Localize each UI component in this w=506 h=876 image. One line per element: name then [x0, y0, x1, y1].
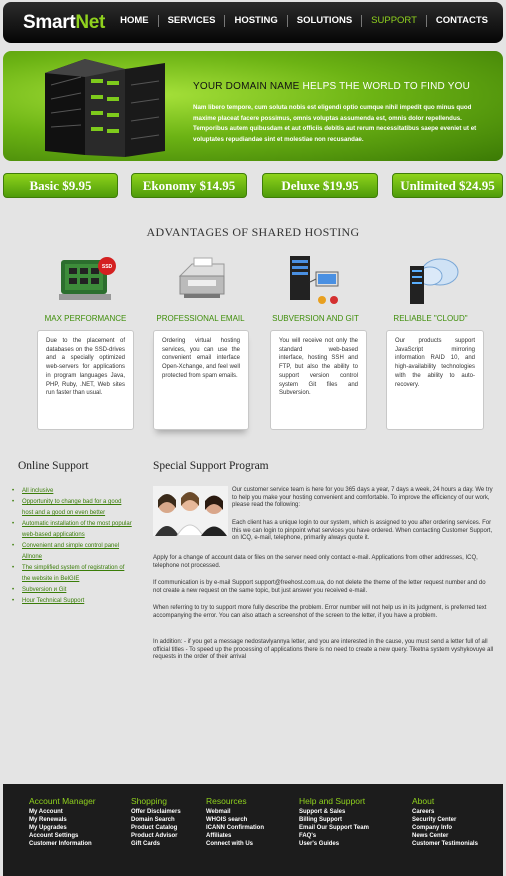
nav-contacts[interactable]: CONTACTS: [425, 15, 497, 27]
support-team-photo: [153, 486, 228, 536]
footer-link[interactable]: Security Center: [412, 816, 478, 824]
footer-link[interactable]: Connect with Us: [206, 840, 264, 848]
support-link[interactable]: Subversion и Git: [12, 585, 132, 596]
support-link[interactable]: All inclusive: [12, 486, 132, 497]
footer-link[interactable]: Customer Testimonials: [412, 840, 478, 848]
advantages-title: ADVANTAGES OF SHARED HOSTING: [146, 225, 360, 239]
support-link[interactable]: Convenient and simple control panel Alln…: [12, 541, 132, 563]
server-rack-icon: [45, 59, 165, 157]
email-server-icon: [178, 257, 225, 298]
online-support-links: All inclusive Opportunity to change bad …: [12, 486, 132, 607]
footer-link[interactable]: Gift Cards: [131, 840, 181, 848]
nav-solutions[interactable]: SOLUTIONS: [286, 15, 361, 27]
footer-link[interactable]: Support & Sales: [299, 808, 369, 816]
footer-link[interactable]: WHOIS search: [206, 816, 264, 824]
footer-link[interactable]: My Account: [29, 808, 96, 816]
footer-heading: Help and Support: [299, 796, 366, 806]
footer-heading: Resources: [206, 796, 247, 806]
nav-home[interactable]: HOME: [111, 15, 158, 27]
footer-col-about: About Careers Security Center Company In…: [412, 796, 478, 848]
price-plans: Basic $9.95 Ekonomy $14.95 Deluxe $19.95…: [3, 173, 503, 198]
site-footer: Account Manager My Account My Renewals M…: [3, 784, 503, 876]
support-link[interactable]: The simplified system of registration of…: [12, 563, 132, 585]
ssd-drive-icon: SSD: [59, 257, 116, 300]
footer-link[interactable]: Billing Support: [299, 816, 369, 824]
support-link[interactable]: Hour Technical Support: [12, 596, 132, 607]
feature-title-email: PROFESSIONAL EMAIL: [156, 314, 245, 323]
support-paragraph-1: Our customer service team is here for yo…: [232, 487, 493, 509]
footer-col-resources: Resources Webmail WHOIS search ICANN Con…: [206, 796, 264, 848]
footer-link[interactable]: Careers: [412, 808, 478, 816]
main-nav: HOME SERVICES HOSTING SOLUTIONS SUPPORT …: [111, 15, 497, 27]
hero-text: Nam libero tempore, cum soluta nobis est…: [193, 104, 477, 143]
footer-col-shopping: Shopping Offer Disclaimers Domain Search…: [131, 796, 181, 848]
footer-link[interactable]: My Renewals: [29, 816, 96, 824]
svg-text:SSD: SSD: [102, 264, 113, 270]
footer-link[interactable]: Customer Information: [29, 840, 96, 848]
footer-col-account: Account Manager My Account My Renewals M…: [29, 796, 96, 848]
support-paragraph-4: If communication is by e-mail Support su…: [153, 580, 486, 594]
plan-deluxe-button[interactable]: Deluxe $19.95: [262, 173, 378, 198]
top-navigation-bar: SmartNet HOME SERVICES HOSTING SOLUTIONS…: [3, 2, 503, 43]
plan-basic-button[interactable]: Basic $9.95: [3, 173, 118, 198]
plan-unlimited-button[interactable]: Unlimited $24.95: [392, 173, 503, 198]
support-paragraph-3: Apply for a change of account data or fi…: [153, 555, 478, 569]
support-paragraph-2a: Each client has a unique login to our sy…: [232, 520, 493, 542]
hero-title: YOUR DOMAIN NAME HELPS THE WORLD TO FIND…: [193, 81, 471, 92]
footer-heading: About: [412, 796, 435, 806]
footer-link[interactable]: Account Settings: [29, 832, 96, 840]
footer-link[interactable]: Company Info: [412, 824, 478, 832]
footer-link[interactable]: Domain Search: [131, 816, 181, 824]
footer-link[interactable]: My Upgrades: [29, 824, 96, 832]
online-support-title: Online Support: [18, 460, 89, 472]
footer-heading: Account Manager: [29, 796, 96, 806]
feature-text-performance: Due to the placement of databases on the…: [37, 330, 134, 430]
special-support-title: Special Support Program: [153, 460, 269, 472]
support-link[interactable]: Opportunity to change bad for a good hos…: [12, 497, 132, 519]
footer-col-help: Help and Support Support & Sales Billing…: [299, 796, 369, 848]
footer-link[interactable]: ICANN Confirmation: [206, 824, 264, 832]
hero-banner: YOUR DOMAIN NAME HELPS THE WORLD TO FIND…: [3, 51, 503, 161]
feature-title-performance: MAX PERFORMANCE: [44, 314, 127, 323]
nav-hosting[interactable]: HOSTING: [224, 15, 286, 27]
footer-link[interactable]: Email Our Support Team: [299, 824, 369, 832]
footer-link[interactable]: FAQ's: [299, 832, 369, 840]
feature-title-git: SUBVERSION AND GIT: [272, 314, 359, 323]
nav-services[interactable]: SERVICES: [157, 15, 225, 27]
support-paragraph-5: When referring to try to support more fu…: [153, 605, 487, 619]
site-logo[interactable]: SmartNet: [23, 12, 105, 34]
feature-text-git: You will receive not only the standard w…: [270, 330, 367, 430]
cloud-server-icon: [410, 258, 459, 304]
feature-text-cloud: Our products support JavaScript mirrorin…: [386, 330, 484, 430]
footer-link[interactable]: Webmail: [206, 808, 264, 816]
feature-text-email: Ordering virtual hosting services, you c…: [153, 330, 249, 430]
footer-link[interactable]: Affiliates: [206, 832, 264, 840]
footer-link[interactable]: User's Guides: [299, 840, 369, 848]
server-network-icon: [290, 256, 339, 304]
footer-link[interactable]: Offer Disclaimers: [131, 808, 181, 816]
footer-link[interactable]: News Center: [412, 832, 478, 840]
nav-support[interactable]: SUPPORT: [361, 15, 426, 27]
footer-link[interactable]: Product Catalog: [131, 824, 181, 832]
plan-economy-button[interactable]: Ekonomy $14.95: [131, 173, 247, 198]
support-paragraph-6: In addition: - if you get a message nedo…: [153, 639, 494, 661]
footer-link[interactable]: Product Advisor: [131, 832, 181, 840]
feature-title-cloud: RELIABLE "CLOUD": [393, 314, 468, 323]
support-link[interactable]: Automatic installation of the most popul…: [12, 519, 132, 541]
footer-heading: Shopping: [131, 796, 167, 806]
